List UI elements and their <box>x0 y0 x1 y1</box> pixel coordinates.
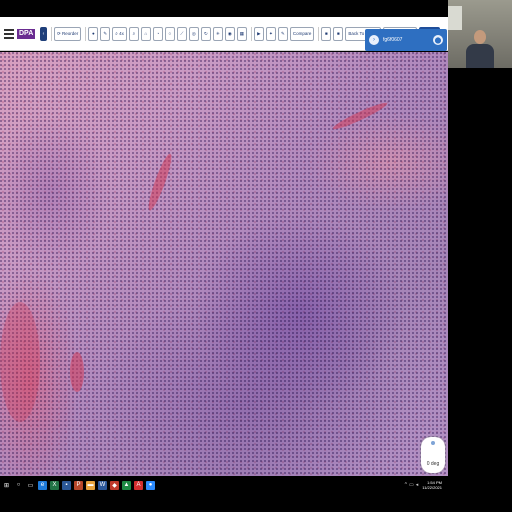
clock[interactable]: 1:54 PM 11/22/2021 <box>422 480 442 490</box>
compare-button[interactable]: Compare <box>289 26 315 41</box>
folder-icon[interactable]: ▬ <box>86 480 95 490</box>
search-icon[interactable]: ⌕ <box>128 26 139 41</box>
measure-icon[interactable]: ◔ <box>152 26 163 41</box>
zoom-label: 4x <box>119 31 124 36</box>
compare-label: Compare <box>292 31 312 36</box>
divider <box>85 26 87 41</box>
vessel-shape <box>0 302 40 422</box>
user-name: fg6f0607 <box>383 37 403 43</box>
zoom-app-icon[interactable]: ● <box>146 480 155 490</box>
volume-icon[interactable]: ◂ <box>416 482 419 488</box>
video-background <box>448 6 462 30</box>
windows-start-icon[interactable]: ⊞ <box>2 481 11 490</box>
play-icon[interactable]: ▶ <box>253 26 264 41</box>
clock-date: 11/22/2021 <box>422 485 442 490</box>
word-icon[interactable]: W <box>98 480 107 490</box>
vessel-shape <box>70 352 84 392</box>
chevron-icon[interactable]: › <box>369 35 379 45</box>
powerpoint-icon[interactable]: P <box>74 480 83 490</box>
ruler-icon[interactable]: ⟋ <box>176 26 187 41</box>
task-view-icon[interactable]: ▭ <box>26 481 35 490</box>
participant-head <box>474 30 486 44</box>
reorder-label: Reorder <box>62 31 79 36</box>
app-icon[interactable]: ◆ <box>110 480 119 490</box>
circle-icon[interactable]: ○ <box>164 26 175 41</box>
rotation-label: 0 deg <box>426 461 440 467</box>
tag-icon[interactable]: ✎ <box>277 26 288 41</box>
excel-icon[interactable]: X <box>50 480 59 490</box>
star-icon[interactable]: ✳ <box>212 26 223 41</box>
grid-icon[interactable]: ▦ <box>236 26 247 41</box>
top-strip <box>0 0 448 17</box>
collapse-button[interactable]: ‹ <box>40 26 47 41</box>
reorder-button[interactable]: ⟳ Reorder <box>54 26 82 41</box>
system-tray: ^ ▭ ◂ 1:54 PM 11/22/2021 <box>403 476 442 494</box>
app-icon[interactable]: ▲ <box>122 480 131 490</box>
divider <box>51 26 52 41</box>
move-icon[interactable]: ✦ <box>265 26 276 41</box>
app-logo: DPA <box>17 28 37 39</box>
back-icon[interactable]: ■ <box>321 26 332 41</box>
logo-text: DPA <box>17 28 36 39</box>
rotation-control[interactable]: 0 deg <box>421 437 445 473</box>
tissue-texture <box>0 52 448 476</box>
stop-icon[interactable]: ■ <box>333 26 344 41</box>
taskbar: ⊞ ○ ▭ e X ▪ P ▬ W ◆ ▲ A ● ^ ▭ ◂ 1:54 PM … <box>0 476 448 494</box>
divider <box>250 26 252 41</box>
slide-viewer[interactable] <box>0 52 448 476</box>
divider <box>318 26 320 41</box>
hamburger-icon[interactable] <box>4 28 14 39</box>
refresh-icon[interactable]: ↻ <box>200 26 211 41</box>
user-panel[interactable]: › fg6f0607 ⬤ <box>365 29 447 51</box>
target-icon[interactable]: ◉ <box>224 26 235 41</box>
pen-icon[interactable]: ✎ <box>100 26 111 41</box>
lasso-icon[interactable]: ◎ <box>188 26 199 41</box>
network-icon[interactable]: ▭ <box>409 482 414 488</box>
participant-video <box>448 0 512 68</box>
home-icon[interactable]: ⌂ <box>140 26 151 41</box>
zoom-button[interactable]: ⌕ 4x <box>112 26 127 41</box>
acrobat-icon[interactable]: A <box>134 480 143 490</box>
rotation-handle[interactable] <box>431 441 435 445</box>
pathologist-icon[interactable]: ⬤ <box>433 35 443 45</box>
annotation-icon[interactable]: ● <box>88 26 99 41</box>
participant-body <box>466 44 494 68</box>
app-icon[interactable]: ▪ <box>62 480 71 490</box>
chevron-up-icon[interactable]: ^ <box>405 482 407 488</box>
edge-icon[interactable]: e <box>38 480 47 490</box>
screen: DPA ‹ ⟳ Reorder ● ✎ ⌕ 4x ⌕ ⌂ ◔ ○ ⟋ ◎ ↻ ✳… <box>0 0 512 512</box>
search-icon[interactable]: ○ <box>14 481 23 490</box>
